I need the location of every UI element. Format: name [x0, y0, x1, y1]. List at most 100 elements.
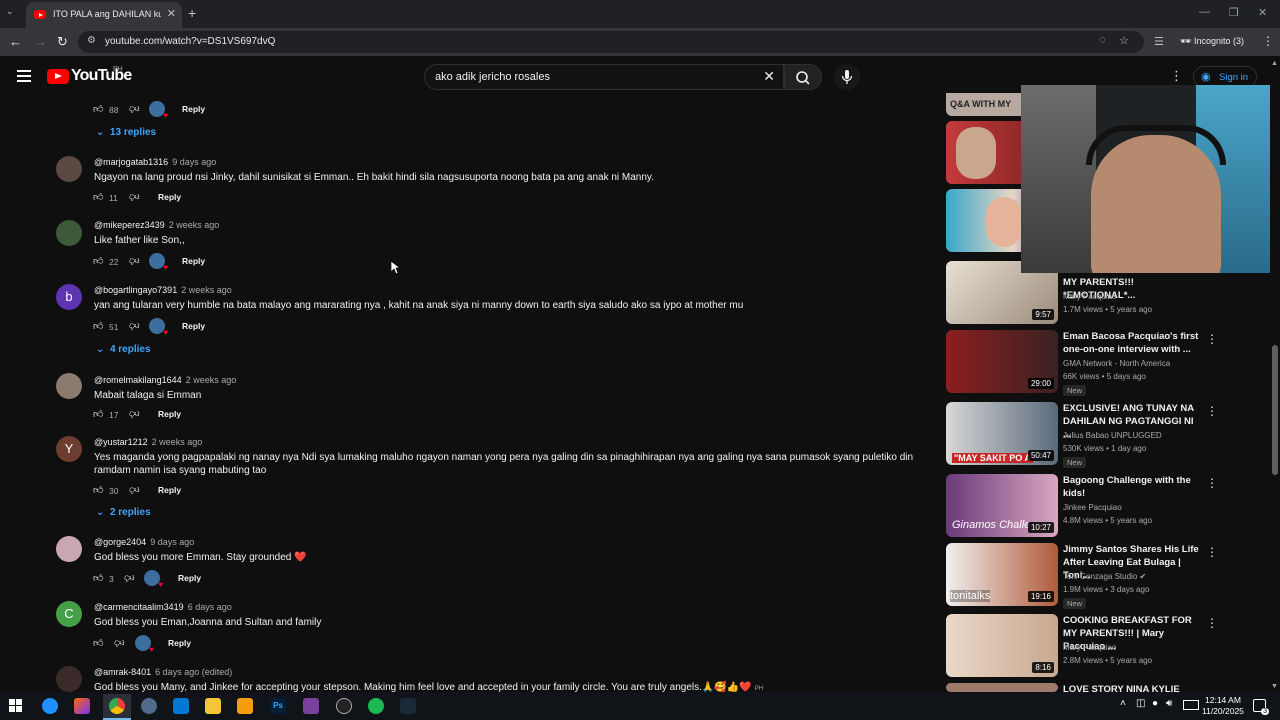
reply-button[interactable]: Reply — [168, 638, 191, 648]
network-icon[interactable]: ◫ — [1136, 698, 1145, 709]
channel-name[interactable]: Mary Pacquiao — [1063, 643, 1116, 652]
scroll-down-icon[interactable]: ▼ — [1271, 683, 1278, 690]
comment-author[interactable]: @amrak-8401 6 days ago (edited) — [94, 667, 232, 677]
search-input[interactable]: ako adik jericho rosales ✕ — [424, 64, 784, 90]
channel-name[interactable]: Jinkee Pacquiao — [1063, 503, 1122, 512]
avatar[interactable] — [56, 373, 82, 399]
recommendation-item[interactable]: Ginamos Challe 10:27 Bagoong Challenge w… — [946, 474, 1266, 537]
taskbar-clock[interactable]: 12:14 AM 11/20/2025 — [1202, 695, 1244, 717]
like-icon[interactable]: 👍︎ — [93, 408, 103, 420]
incognito-badge[interactable]: 🕶 Incognito (3) — [1180, 36, 1244, 47]
recommendation-item[interactable]: 29:00 Eman Bacosa Pacquiao's first one-o… — [946, 330, 1266, 396]
channel-name[interactable]: GMA Network - North America — [1063, 359, 1170, 368]
channel-name[interactable]: Toni Gonzaga Studio ✔ — [1063, 572, 1146, 581]
like-icon[interactable]: 👍︎ — [93, 103, 103, 115]
like-icon[interactable]: 👍︎ — [93, 637, 103, 649]
dislike-icon[interactable]: 👍︎ — [114, 637, 124, 649]
scroll-up-icon[interactable]: ▲ — [1271, 60, 1278, 67]
photoshop-icon[interactable]: Ps — [270, 698, 286, 714]
youtube-logo-icon[interactable] — [47, 69, 69, 84]
browser-tab[interactable]: ITO PALA ang DAHILAN kung B ✕ — [26, 2, 182, 28]
eye-off-icon[interactable]: ◌ — [1099, 34, 1106, 46]
channel-name[interactable]: Julius Babao UNPLUGGED — [1063, 431, 1162, 440]
tray-overflow-icon[interactable]: ˄ — [1120, 698, 1126, 709]
minimize-icon[interactable]: — — [1199, 6, 1210, 18]
video-thumbnail[interactable]: 29:00 — [946, 330, 1058, 393]
copilot-icon[interactable] — [74, 698, 90, 714]
video-thumbnail[interactable]: "MAY SAKIT PO A 50:47 — [946, 402, 1058, 465]
address-bar[interactable]: ⚙ youtube.com/watch?v=DS1VS697dvQ ◌ ☆ — [78, 31, 1144, 53]
guide-menu-icon[interactable] — [17, 70, 31, 82]
avatar[interactable]: Y — [56, 436, 82, 462]
view-replies-button[interactable]: ⌄ 4 replies — [96, 344, 151, 355]
comment-author[interactable]: @romelmakilang1644 2 weeks ago — [94, 375, 236, 385]
video-thumbnail[interactable] — [946, 683, 1058, 692]
dislike-icon[interactable]: 👍︎ — [129, 484, 139, 496]
view-replies-button[interactable]: ⌄ 2 replies — [96, 507, 151, 518]
bookmark-star-icon[interactable]: ☆ — [1119, 34, 1129, 47]
vscode-icon[interactable] — [173, 698, 189, 714]
like-icon[interactable]: 👍︎ — [93, 191, 103, 203]
app-icon[interactable] — [141, 698, 157, 714]
sublime-icon[interactable] — [237, 698, 253, 714]
dislike-icon[interactable]: 👍︎ — [124, 572, 134, 584]
app-icon[interactable] — [303, 698, 319, 714]
comment-author[interactable]: @marjogatab1316 9 days ago — [94, 157, 216, 167]
reply-button[interactable]: Reply — [158, 485, 181, 495]
settings-kebab-icon[interactable]: ⋮ — [1170, 68, 1183, 84]
action-menu-icon[interactable]: ⋮ — [1206, 404, 1218, 418]
video-thumbnail[interactable]: tonitalks 19:16 — [946, 543, 1058, 606]
site-info-icon[interactable]: ⚙ — [87, 35, 96, 46]
clear-search-icon[interactable]: ✕ — [763, 68, 775, 85]
channel-name[interactable]: Mary Pacquiao — [1063, 292, 1116, 301]
avatar[interactable] — [56, 666, 82, 692]
dislike-icon[interactable]: 👍︎ — [129, 255, 139, 267]
new-tab-icon[interactable]: + — [188, 5, 196, 21]
comment-author[interactable]: @bogartlingayo7391 2 weeks ago — [94, 285, 232, 295]
avatar[interactable]: b — [56, 284, 82, 310]
comment-author[interactable]: @mikeperez3439 2 weeks ago — [94, 220, 219, 230]
action-menu-icon[interactable]: ⋮ — [1206, 332, 1218, 346]
like-icon[interactable]: 👍︎ — [93, 484, 103, 496]
volume-icon[interactable]: 🔊︎ — [1166, 698, 1172, 709]
avatar[interactable] — [56, 536, 82, 562]
comment-author[interactable]: @carmencitaalim3419 6 days ago — [94, 602, 232, 612]
obs-icon[interactable] — [336, 698, 352, 714]
file-explorer-icon[interactable] — [205, 698, 221, 714]
action-menu-icon[interactable]: ⋮ — [1206, 616, 1218, 630]
steam-icon[interactable] — [400, 698, 416, 714]
windows-start-icon[interactable] — [9, 699, 23, 713]
action-menu-icon[interactable]: ⋮ — [1206, 476, 1218, 490]
tab-list-icon[interactable]: ⌄ — [6, 6, 14, 17]
spotify-icon[interactable] — [368, 698, 384, 714]
chrome-icon[interactable] — [109, 698, 125, 714]
avatar[interactable]: C — [56, 601, 82, 627]
scrollbar-thumb[interactable] — [1272, 345, 1278, 475]
reply-button[interactable]: Reply — [158, 192, 181, 202]
recommendation-item[interactable]: LOVE STORY NINA KYLIE — [946, 683, 1266, 692]
comment-author[interactable]: @gorge2404 9 days ago — [94, 537, 194, 547]
recommendation-item[interactable]: "MAY SAKIT PO A 50:47 EXCLUSIVE! ANG TUN… — [946, 402, 1266, 468]
video-thumbnail[interactable]: Ginamos Challe 10:27 — [946, 474, 1058, 537]
notification-icon[interactable]: 3 — [1253, 699, 1269, 715]
dislike-icon[interactable]: 👍︎ — [129, 191, 139, 203]
video-title[interactable]: Eman Bacosa Pacquiao's first one-on-one … — [1063, 330, 1203, 356]
video-title[interactable]: Bagoong Challenge with the kids! — [1063, 474, 1203, 500]
like-icon[interactable]: 👍︎ — [93, 320, 103, 332]
edge-icon[interactable] — [42, 698, 58, 714]
reload-icon[interactable]: ↻ — [57, 34, 68, 50]
reply-button[interactable]: Reply — [178, 573, 201, 583]
action-menu-icon[interactable]: ⋮ — [1206, 545, 1218, 559]
search-button[interactable] — [784, 64, 822, 90]
voice-search-button[interactable] — [834, 64, 860, 90]
avatar[interactable] — [56, 156, 82, 182]
back-icon[interactable]: ← — [9, 34, 22, 49]
side-panel-icon[interactable]: ☰ — [1154, 35, 1164, 48]
microphone-tray-icon[interactable]: ● — [1152, 698, 1158, 709]
reply-button[interactable]: Reply — [182, 321, 205, 331]
forward-icon[interactable]: → — [34, 34, 47, 49]
reply-button[interactable]: Reply — [158, 409, 181, 419]
browser-menu-icon[interactable]: ⋮ — [1262, 34, 1274, 48]
dislike-icon[interactable]: 👍︎ — [129, 103, 139, 115]
like-icon[interactable]: 👍︎ — [93, 572, 103, 584]
